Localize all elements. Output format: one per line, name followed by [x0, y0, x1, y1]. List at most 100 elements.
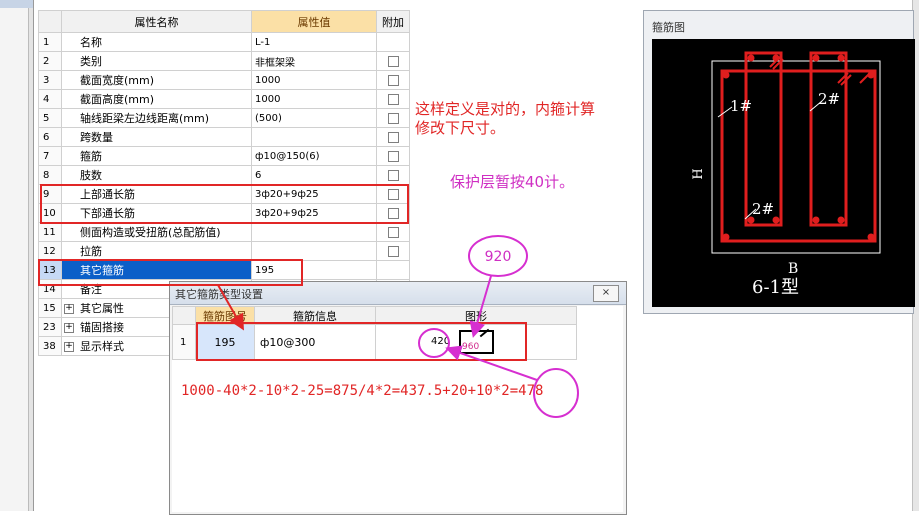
- stirrup-diagram: 1# 2# 2# H B 6-1型: [652, 39, 915, 307]
- table-row[interactable]: 11 侧面构造或受扭筋(总配筋值): [38, 222, 410, 242]
- dim-420[interactable]: 420: [431, 336, 450, 347]
- row-number: 4: [38, 89, 62, 109]
- property-value[interactable]: 195: [251, 260, 377, 280]
- expand-icon[interactable]: +: [64, 304, 74, 314]
- row-number: 2: [38, 51, 62, 71]
- table-row[interactable]: 7 箍筋 ф10@150(6): [38, 146, 410, 166]
- property-value[interactable]: 1000: [251, 89, 377, 109]
- table-row[interactable]: 1 195 ф10@300 420 960: [172, 324, 577, 360]
- property-name-label: 类别: [80, 55, 102, 68]
- inner-stirrup-right: [809, 51, 848, 227]
- row-number: 12: [38, 241, 62, 261]
- property-value[interactable]: 1000: [251, 70, 377, 90]
- property-name[interactable]: 轴线距梁左边线距离(mm): [61, 108, 252, 128]
- property-name[interactable]: 侧面构造或受扭筋(总配筋值): [61, 222, 252, 242]
- value-column-header[interactable]: 属性值: [251, 10, 377, 33]
- attach-checkbox[interactable]: [387, 132, 399, 143]
- property-name[interactable]: 其它箍筋: [61, 260, 252, 280]
- table-row[interactable]: 1 名称 L-1: [38, 32, 410, 52]
- property-name[interactable]: 上部通长筋: [61, 184, 252, 204]
- property-value[interactable]: L-1: [251, 32, 377, 52]
- property-value[interactable]: 6: [251, 165, 377, 185]
- table-row[interactable]: 6 跨数量: [38, 127, 410, 147]
- property-value[interactable]: 非框架梁: [251, 51, 377, 71]
- dim-960[interactable]: 960: [462, 342, 479, 352]
- row-number: 23: [38, 317, 62, 337]
- dialog-titlebar[interactable]: 其它箍筋类型设置 ×: [170, 282, 626, 305]
- property-value[interactable]: [251, 241, 377, 261]
- table-row[interactable]: 3 截面宽度(mm) 1000: [38, 70, 410, 90]
- stirrup-preview-panel: 箍筋图 1# 2# 2# H B 6-1型: [643, 10, 915, 314]
- attach-cell: [376, 241, 410, 261]
- shape-figure: 420 960: [376, 325, 576, 359]
- label-2a: 2#: [818, 90, 840, 108]
- close-button[interactable]: ×: [593, 285, 619, 302]
- name-column-header[interactable]: 属性名称: [61, 10, 252, 33]
- bubble-920-text: 920: [485, 249, 512, 265]
- property-name-label: 拉筋: [80, 245, 102, 258]
- property-value[interactable]: ф10@150(6): [251, 146, 377, 166]
- table-row[interactable]: 9 上部通长筋 3ф20+9ф25: [38, 184, 410, 204]
- stirrup-info-header[interactable]: 箍筋信息: [254, 306, 376, 325]
- property-name-label: 名称: [80, 36, 102, 49]
- table-row[interactable]: 4 截面高度(mm) 1000: [38, 89, 410, 109]
- attach-cell: [376, 203, 410, 223]
- attach-checkbox[interactable]: [387, 75, 399, 86]
- left-frame: [0, 0, 34, 511]
- property-value[interactable]: 3ф20+9ф25: [251, 203, 377, 223]
- property-value[interactable]: [251, 222, 377, 242]
- attach-cell: [376, 184, 410, 204]
- attach-checkbox[interactable]: [387, 189, 399, 200]
- row-number: 3: [38, 70, 62, 90]
- property-value[interactable]: (500): [251, 108, 377, 128]
- row-number: 11: [38, 222, 62, 242]
- property-name[interactable]: 拉筋: [61, 241, 252, 261]
- attach-checkbox[interactable]: [387, 208, 399, 219]
- shape-cell[interactable]: 420 960: [375, 324, 577, 360]
- property-name[interactable]: 截面高度(mm): [61, 89, 252, 109]
- attach-cell: [376, 165, 410, 185]
- property-value[interactable]: 3ф20+9ф25: [251, 184, 377, 204]
- annotation-note-line1: 这样定义是对的，内箍计算: [415, 100, 596, 118]
- property-name[interactable]: 名称: [61, 32, 252, 52]
- property-name[interactable]: 箍筋: [61, 146, 252, 166]
- dialog-body: 箍筋图号 箍筋信息 图形 1 195 ф10@300 420 960: [172, 306, 623, 512]
- calc-formula: 1000-40*2-10*2-25=875/4*2=437.5+20+10*2=…: [181, 383, 544, 399]
- table-row[interactable]: 13 其它箍筋 195: [38, 260, 410, 280]
- property-name[interactable]: 下部通长筋: [61, 203, 252, 223]
- attach-checkbox[interactable]: [387, 151, 399, 162]
- attach-cell: [376, 89, 410, 109]
- property-name[interactable]: 截面宽度(mm): [61, 70, 252, 90]
- attach-checkbox[interactable]: [387, 227, 399, 238]
- annotation-note: 这样定义是对的，内箍计算 修改下尺寸。: [415, 100, 595, 138]
- table-row[interactable]: 8 肢数 6: [38, 165, 410, 185]
- expand-icon[interactable]: +: [64, 342, 74, 352]
- stirrup-info-cell[interactable]: ф10@300: [254, 324, 376, 360]
- table-row[interactable]: 2 类别 非框架梁: [38, 51, 410, 71]
- attach-column-header[interactable]: 附加: [376, 10, 410, 33]
- property-name-label: 锚固搭接: [80, 321, 124, 334]
- shape-header[interactable]: 图形: [375, 306, 577, 325]
- table-row[interactable]: 5 轴线距梁左边线距离(mm) (500): [38, 108, 410, 128]
- expand-icon[interactable]: +: [64, 323, 74, 333]
- property-name[interactable]: 类别: [61, 51, 252, 71]
- attach-cell: [376, 108, 410, 128]
- row-number: 7: [38, 146, 62, 166]
- property-value[interactable]: [251, 127, 377, 147]
- table-row[interactable]: 10 下部通长筋 3ф20+9ф25: [38, 203, 410, 223]
- attach-checkbox[interactable]: [387, 246, 399, 257]
- stirrup-id-cell[interactable]: 195: [195, 324, 255, 360]
- row-number: 14: [38, 279, 62, 299]
- stirrup-id-header[interactable]: 箍筋图号: [195, 306, 255, 325]
- preview-title: 箍筋图: [652, 21, 685, 34]
- table-row[interactable]: 12 拉筋: [38, 241, 410, 261]
- property-name-label: 跨数量: [80, 131, 113, 144]
- property-name[interactable]: 肢数: [61, 165, 252, 185]
- attach-cell: [376, 222, 410, 242]
- property-name-label: 轴线距梁左边线距离(mm): [80, 112, 210, 125]
- attach-checkbox[interactable]: [387, 113, 399, 124]
- attach-checkbox[interactable]: [387, 56, 399, 67]
- property-name[interactable]: 跨数量: [61, 127, 252, 147]
- attach-checkbox[interactable]: [387, 170, 399, 181]
- attach-checkbox[interactable]: [387, 94, 399, 105]
